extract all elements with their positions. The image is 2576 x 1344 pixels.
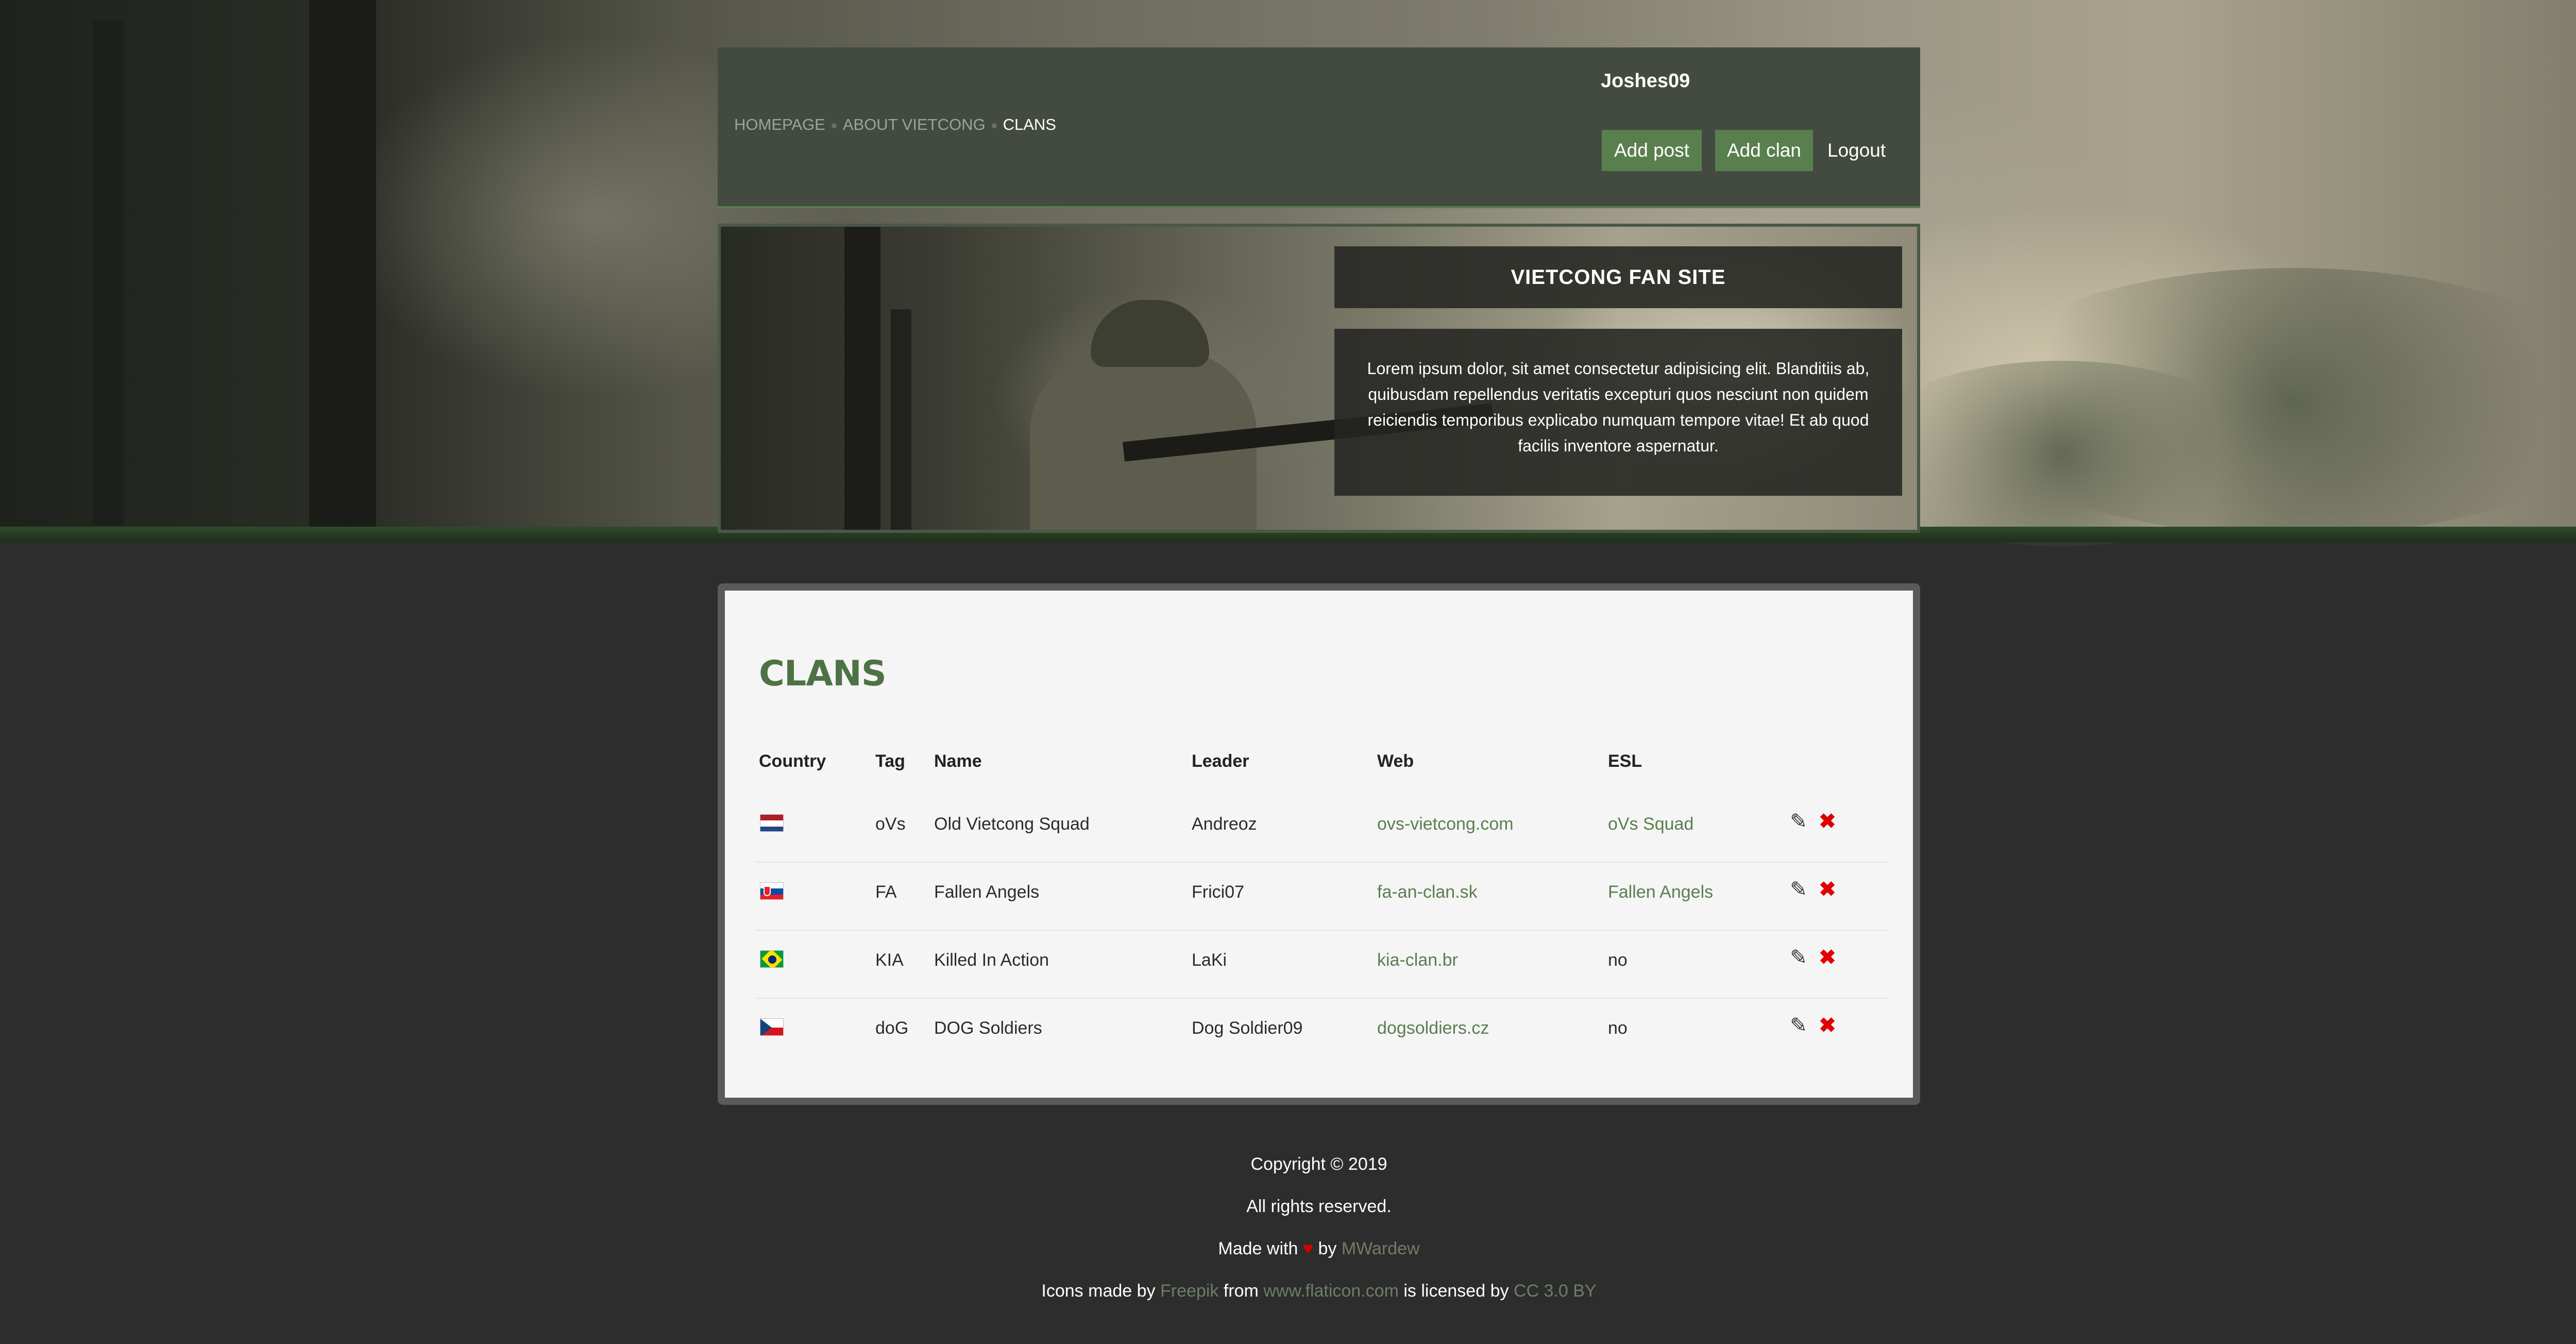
icons-prefix: Icons made by xyxy=(1041,1281,1156,1301)
clan-tag: KIA xyxy=(875,950,904,970)
pencil-icon[interactable]: ✎ xyxy=(1787,946,1810,969)
table-row: doG DOG Soldiers Dog Soldier09 dogsoldie… xyxy=(756,999,1889,1067)
flag-netherlands-icon xyxy=(760,814,784,832)
column-header-tag: Tag xyxy=(875,751,905,771)
clan-esl-link[interactable]: Fallen Angels xyxy=(1608,882,1713,902)
license-link[interactable]: CC 3.0 BY xyxy=(1514,1281,1597,1301)
cross-icon[interactable]: ✖ xyxy=(1816,946,1839,969)
nav-about-vietcong[interactable]: ABOUT VIETCONG xyxy=(843,115,986,133)
clan-tag: doG xyxy=(875,1018,909,1038)
flag-brazil-icon xyxy=(760,950,784,968)
icons-from: from xyxy=(1223,1281,1259,1301)
page-title: CLANS xyxy=(759,653,887,694)
clan-web-link[interactable]: dogsoldiers.cz xyxy=(1377,1018,1489,1038)
clan-tag: FA xyxy=(875,882,897,902)
table-row: FA Fallen Angels Frici07 fa-an-clan.sk F… xyxy=(756,863,1889,931)
main-nav: HOMEPAGE ABOUT VIETCONG CLANS xyxy=(734,115,1056,134)
footer-copyright: Copyright © 2019 xyxy=(1250,1154,1387,1174)
hero-post xyxy=(309,0,376,527)
soldier-helmet xyxy=(1091,300,1209,367)
clan-esl-link[interactable]: oVs Squad xyxy=(1608,814,1693,834)
banner-post xyxy=(891,309,911,530)
column-header-leader: Leader xyxy=(1192,751,1249,771)
clan-leader: Andreoz xyxy=(1192,814,1257,834)
column-header-name: Name xyxy=(934,751,982,771)
clan-name: DOG Soldiers xyxy=(934,1018,1042,1038)
add-post-button[interactable]: Add post xyxy=(1602,130,1702,171)
hero-post xyxy=(93,21,124,526)
heart-icon: ♥ xyxy=(1302,1239,1313,1258)
site-header: HOMEPAGE ABOUT VIETCONG CLANS Joshes09 Add… xyxy=(718,47,1920,208)
clan-esl-value: no xyxy=(1608,1018,1628,1038)
footer-icons-credit: Icons made by Freepik from www.flaticon.… xyxy=(0,1281,2576,1301)
nav-separator xyxy=(991,123,997,128)
table-row: KIA Killed In Action LaKi kia-clan.br no… xyxy=(756,931,1889,999)
table-row: oVs Old Vietcong Squad Andreoz ovs-vietc… xyxy=(756,795,1889,863)
clan-leader: Dog Soldier09 xyxy=(1192,1018,1303,1038)
clan-leader: LaKi xyxy=(1192,950,1227,970)
hero-banner: VIETCONG FAN SITE Lorem ipsum dolor, sit… xyxy=(718,224,1920,533)
footer-made-with: Made with ♥ by MWardew xyxy=(0,1239,2576,1259)
icons-license-prefix: is licensed by xyxy=(1403,1281,1509,1301)
flag-czech-icon xyxy=(760,1018,784,1036)
add-clan-button[interactable]: Add clan xyxy=(1715,130,1813,171)
freepik-link[interactable]: Freepik xyxy=(1160,1281,1218,1301)
nav-clans[interactable]: CLANS xyxy=(1003,115,1056,133)
flaticon-link[interactable]: www.flaticon.com xyxy=(1263,1281,1399,1301)
clans-card: CLANS Country Tag Name Leader Web ESL oV… xyxy=(718,583,1920,1105)
column-header-web: Web xyxy=(1377,751,1414,771)
cross-icon[interactable]: ✖ xyxy=(1816,1014,1839,1037)
clan-tag: oVs xyxy=(875,814,906,834)
column-header-esl: ESL xyxy=(1608,751,1642,771)
username[interactable]: Joshes09 xyxy=(1601,70,1690,92)
pencil-icon[interactable]: ✎ xyxy=(1787,878,1810,901)
clan-web-link[interactable]: fa-an-clan.sk xyxy=(1377,882,1478,902)
nav-separator xyxy=(831,123,837,128)
logout-link[interactable]: Logout xyxy=(1827,130,1886,171)
clan-name: Killed In Action xyxy=(934,950,1049,970)
clan-esl-value: no xyxy=(1608,950,1628,970)
cross-icon[interactable]: ✖ xyxy=(1816,878,1839,901)
clan-leader: Frici07 xyxy=(1192,882,1245,902)
pencil-icon[interactable]: ✎ xyxy=(1787,810,1810,833)
banner-text: Lorem ipsum dolor, sit amet consectetur … xyxy=(1334,329,1902,496)
clan-web-link[interactable]: kia-clan.br xyxy=(1377,950,1458,970)
flag-slovakia-icon xyxy=(760,882,784,900)
made-with-prefix: Made with xyxy=(1218,1239,1298,1258)
clan-web-link[interactable]: ovs-vietcong.com xyxy=(1377,814,1514,834)
footer-rights: All rights reserved. xyxy=(1246,1197,1392,1216)
author-link[interactable]: MWardew xyxy=(1342,1239,1420,1258)
column-header-country: Country xyxy=(759,751,826,771)
clan-name: Fallen Angels xyxy=(934,882,1040,902)
nav-homepage[interactable]: HOMEPAGE xyxy=(734,115,825,133)
cross-icon[interactable]: ✖ xyxy=(1816,810,1839,833)
banner-title: VIETCONG FAN SITE xyxy=(1334,246,1902,308)
clan-name: Old Vietcong Squad xyxy=(934,814,1090,834)
pencil-icon[interactable]: ✎ xyxy=(1787,1014,1810,1037)
banner-post xyxy=(844,227,880,530)
made-with-by: by xyxy=(1318,1239,1337,1258)
